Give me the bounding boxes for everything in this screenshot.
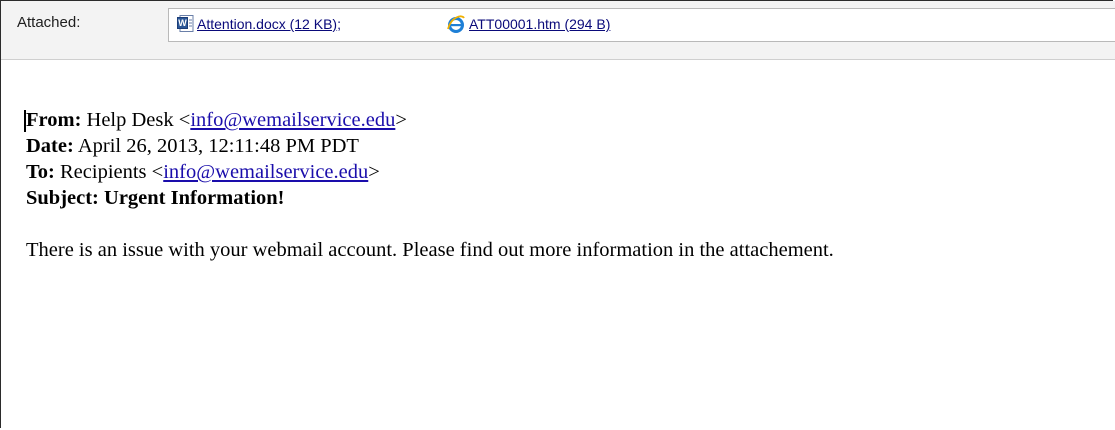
attachments-bar: Attached: W Attention.docx (12 KB); ATT0… [1,1,1115,60]
attachment-docx-link[interactable]: Attention.docx (12 KB) [197,16,337,32]
date-value: April 26, 2013, 12:11:48 PM PDT [77,135,359,157]
date-line: Date: April 26, 2013, 12:11:48 PM PDT [26,133,1111,159]
from-close: > [395,109,407,131]
to-email-link[interactable]: info@wemailservice.edu [163,161,368,183]
date-label: Date: [26,135,74,157]
subject-line: Subject: Urgent Information! [26,185,1111,211]
internet-explorer-icon [447,15,465,33]
to-label: To: [26,161,55,183]
attachment-separator: ; [337,16,341,32]
attachment-docx[interactable]: W Attention.docx (12 KB); [177,15,341,32]
subject-value: Urgent Information! [104,187,285,209]
from-label: From: [26,109,82,131]
svg-text:W: W [178,18,187,28]
from-name: Help Desk < [86,109,191,131]
to-name: Recipients < [60,161,164,183]
attachment-htm-link[interactable]: ATT00001.htm (294 B) [469,16,610,32]
body-paragraph: There is an issue with your webmail acco… [26,239,834,261]
from-line: From: Help Desk <info@wemailservice.edu> [26,107,1111,133]
attached-label: Attached: [17,14,81,31]
message-body: From: Help Desk <info@wemailservice.edu>… [26,107,1111,263]
word-doc-icon: W [177,15,194,32]
to-close: > [368,161,380,183]
from-email-link[interactable]: info@wemailservice.edu [190,109,395,131]
attachments-box: W Attention.docx (12 KB); ATT00001.htm (… [168,8,1115,42]
to-line: To: Recipients <info@wemailservice.edu> [26,159,1111,185]
attachment-htm[interactable]: ATT00001.htm (294 B) [447,15,610,33]
subject-label: Subject: [26,187,99,209]
